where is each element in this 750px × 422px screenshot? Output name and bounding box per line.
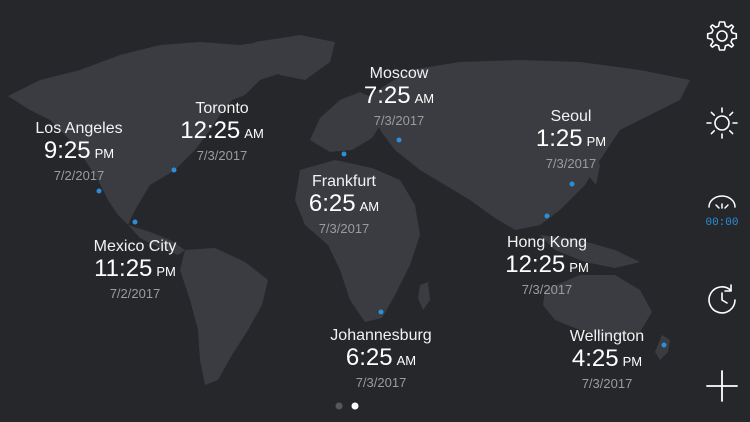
city-name: Mexico City <box>93 238 177 255</box>
page-indicator-dot-2[interactable] <box>351 402 359 410</box>
city-clock-toronto[interactable]: Toronto 12:25 AM 7/3/2017 <box>180 99 264 164</box>
city-date: 7/2/2017 <box>109 286 161 301</box>
city-date: 7/3/2017 <box>373 113 425 128</box>
city-name: Moscow <box>369 65 429 82</box>
city-clock-los-angeles[interactable]: Los Angeles 9:25 PM 7/2/2017 <box>35 119 122 184</box>
city-clock-wellington[interactable]: Wellington 4:25 PM 7/3/2017 <box>570 327 644 392</box>
city-time: 6:25 AM <box>308 190 380 217</box>
city-clock-frankfurt[interactable]: Frankfurt 6:25 AM 7/3/2017 <box>309 172 379 237</box>
city-time: 6:25 AM <box>345 344 417 371</box>
digital-clock-icon: 00:00 <box>705 195 739 229</box>
city-clock-mexico-city[interactable]: Mexico City 11:25 PM 7/2/2017 <box>94 237 177 302</box>
clock-style-button[interactable]: 00:00 <box>701 192 743 234</box>
sync-time-button[interactable] <box>701 279 743 321</box>
city-time: 12:25 AM <box>180 117 264 144</box>
city-time: 11:25 PM <box>94 255 176 282</box>
world-clock-screen: Los Angeles 9:25 PM 7/2/2017 Toronto 12:2… <box>0 0 750 422</box>
city-date: 7/3/2017 <box>318 221 370 236</box>
hong-kong-location-dot <box>544 213 550 219</box>
city-name: Frankfurt <box>311 173 376 190</box>
settings-button[interactable] <box>701 15 743 57</box>
city-time: 7:25 AM <box>363 82 435 109</box>
frankfurt-location-dot <box>341 151 347 157</box>
seoul-location-dot <box>569 181 575 187</box>
city-clock-moscow[interactable]: Moscow 7:25 AM 7/3/2017 <box>364 64 434 129</box>
moscow-location-dot <box>396 137 402 143</box>
city-time: 9:25 PM <box>43 137 115 164</box>
city-name: Seoul <box>550 108 592 125</box>
plus-icon <box>706 370 738 402</box>
sun-icon <box>706 107 738 139</box>
johannesburg-location-dot <box>378 309 384 315</box>
city-date: 7/3/2017 <box>196 148 248 163</box>
city-date: 7/2/2017 <box>53 168 105 183</box>
add-city-button[interactable] <box>701 365 743 407</box>
city-time: 4:25 PM <box>571 345 643 372</box>
city-clock-seoul[interactable]: Seoul 1:25 PM 7/3/2017 <box>536 107 606 172</box>
city-date: 7/3/2017 <box>545 156 597 171</box>
city-name: Los Angeles <box>35 120 123 137</box>
city-name: Hong Kong <box>506 234 588 251</box>
city-clock-johannesburg[interactable]: Johannesburg 6:25 AM 7/3/2017 <box>330 326 431 391</box>
toronto-location-dot <box>171 167 177 173</box>
city-clock-hong-kong[interactable]: Hong Kong 12:25 PM 7/3/2017 <box>505 233 589 298</box>
city-date: 7/3/2017 <box>355 375 407 390</box>
city-time: 12:25 PM <box>505 251 589 278</box>
city-name: Johannesburg <box>330 327 432 344</box>
city-time: 1:25 PM <box>535 125 607 152</box>
city-name: Wellington <box>569 328 645 345</box>
brightness-button[interactable] <box>701 102 743 144</box>
mexico-city-location-dot <box>132 219 138 225</box>
city-name: Toronto <box>195 100 249 117</box>
sync-clock-icon <box>708 284 736 314</box>
page-indicator-dot-1[interactable] <box>335 402 343 410</box>
city-date: 7/3/2017 <box>581 376 633 391</box>
gear-icon <box>706 21 738 51</box>
svg-text:00:00: 00:00 <box>705 217 738 229</box>
city-date: 7/3/2017 <box>521 282 573 297</box>
wellington-location-dot <box>661 342 667 348</box>
los-angeles-location-dot <box>96 188 102 194</box>
